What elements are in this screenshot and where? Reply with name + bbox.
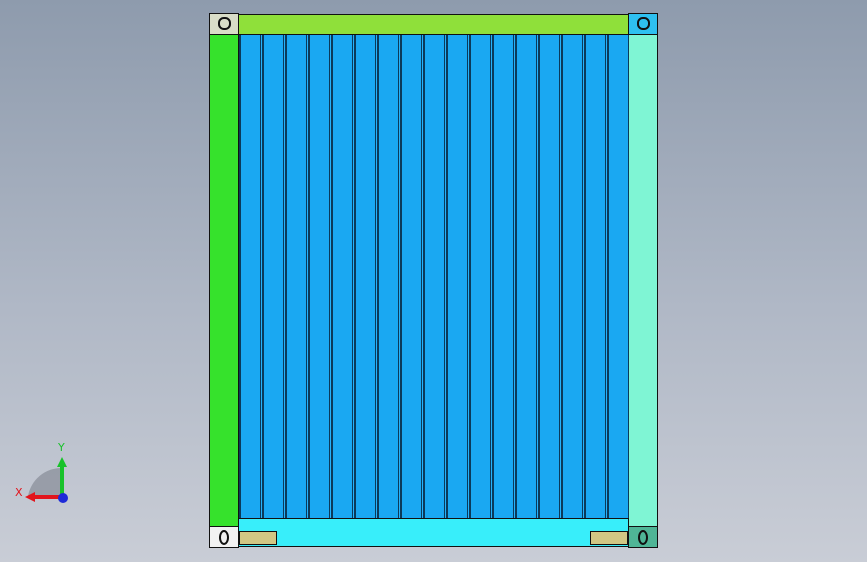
casting-hole-icon [219, 530, 229, 545]
corrugation-rib [377, 35, 399, 518]
corner-casting-bottom-right[interactable] [628, 526, 658, 548]
corrugation-rib [239, 35, 261, 518]
corrugation-rib [538, 35, 560, 518]
casting-hole-icon [638, 530, 648, 545]
corrugation-rib [262, 35, 284, 518]
corrugation-rib [469, 35, 491, 518]
top-end-rail[interactable] [238, 14, 629, 35]
corrugation-rib [446, 35, 468, 518]
corrugation-rib [584, 35, 606, 518]
corrugation-rib [423, 35, 445, 518]
right-corner-post[interactable] [628, 14, 658, 548]
left-corner-post[interactable] [209, 14, 239, 548]
corrugation-rib [331, 35, 353, 518]
x-axis-label: X [15, 486, 23, 499]
casting-hole-icon [637, 17, 650, 30]
z-axis-dot [58, 493, 68, 503]
triad-axes-icon [25, 457, 68, 503]
graphics-viewport[interactable]: Y X [0, 0, 867, 562]
bottom-end-rail[interactable] [238, 518, 629, 547]
triad-plane-shading [28, 467, 62, 496]
corrugation-rib [354, 35, 376, 518]
casting-hole-icon [218, 17, 231, 30]
corner-casting-top-left[interactable] [209, 13, 239, 35]
corrugation-rib [561, 35, 583, 518]
corner-casting-top-right[interactable] [628, 13, 658, 35]
corrugation-rib [492, 35, 514, 518]
corrugated-end-panel[interactable] [238, 34, 629, 519]
y-axis-arrowhead [57, 457, 67, 467]
forklift-pocket-right[interactable] [590, 531, 628, 545]
corner-casting-bottom-left[interactable] [209, 526, 239, 548]
corrugation-rib [308, 35, 330, 518]
corrugation-rib [515, 35, 537, 518]
corrugation-rib [400, 35, 422, 518]
reference-triad: Y X [14, 440, 74, 510]
y-axis-label: Y [58, 441, 65, 454]
corrugation-rib [285, 35, 307, 518]
corrugation-rib [607, 35, 629, 518]
forklift-pocket-left[interactable] [239, 531, 277, 545]
